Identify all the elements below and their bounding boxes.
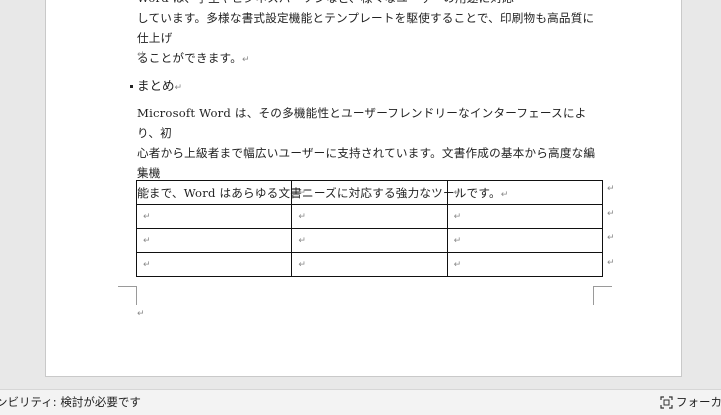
row-end-mark: ↵ [607, 258, 615, 268]
margin-corner-marker-left [118, 286, 137, 305]
focus-label: フォーカス [676, 395, 721, 409]
heading-bullet-icon [130, 85, 133, 88]
table-cell[interactable]: ↵ [446, 180, 604, 205]
heading-text: まとめ [137, 78, 175, 93]
para2-line1: Microsoft Word は、その多機能性とユーザーフレンドリーなインターフ… [137, 106, 587, 140]
paragraph-intro[interactable]: Word は、学生やビジネスパーソンなど、様々なユーザーの用途に対応 しています… [137, 0, 605, 70]
row-end-mark: ↵ [607, 233, 615, 243]
para1-line2: しています。多様な書式設定機能とテンプレートを駆使することで、印刷物も高品質に仕… [137, 11, 595, 45]
document-area[interactable]: Word は、学生やビジネスパーソンなど、様々なユーザーの用途に対応 しています… [0, 0, 721, 389]
table-row: ↵ ↵ ↵ [135, 252, 604, 277]
document-page[interactable]: Word は、学生やビジネスパーソンなど、様々なユーザーの用途に対応 しています… [45, 0, 682, 377]
paragraph-mark: ↵ [242, 55, 250, 65]
accessibility-status[interactable]: ンビリティ: 検討が必要です [0, 394, 141, 410]
table-row: ↵ ↵ ↵ [135, 180, 604, 205]
table-cell[interactable]: ↵ [291, 252, 448, 277]
empty-paragraph-mark: ↵ [137, 50, 145, 60]
table-cell[interactable]: ↵ [135, 204, 293, 229]
table-cell[interactable]: ↵ [291, 180, 448, 205]
paragraph-mark: ↵ [174, 83, 183, 93]
para1-line3-wrap: ることができます。↵ [137, 48, 605, 70]
document-table[interactable]: ↵ ↵ ↵ ↵ ↵ ↵ ↵ ↵ ↵ ↵ ↵ ↵ [135, 180, 604, 277]
table-cell[interactable]: ↵ [135, 228, 293, 253]
row-end-mark: ↵ [607, 209, 615, 219]
heading-summary[interactable]: まとめ↵ [130, 75, 182, 94]
para1-line3: ることができます。 [137, 51, 242, 65]
table-cell[interactable]: ↵ [135, 180, 293, 205]
margin-corner-marker-right [593, 286, 612, 305]
row-end-mark: ↵ [607, 184, 615, 194]
table-cell[interactable]: ↵ [446, 228, 604, 253]
para2-line2: 心者から上級者まで幅広いユーザーに支持されています。文書作成の基本から高度な編集… [137, 146, 596, 180]
empty-paragraph-mark: ↵ [137, 309, 145, 319]
para1-line1: Word は、学生やビジネスパーソンなど、様々なユーザーの用途に対応 [137, 0, 605, 8]
focus-mode-button[interactable]: フォーカス [660, 394, 721, 410]
status-bar: ンビリティ: 検討が必要です フォーカス [0, 389, 721, 415]
empty-paragraph-mark: ↵ [137, 165, 145, 175]
table-row: ↵ ↵ ↵ [135, 204, 604, 229]
table-cell[interactable]: ↵ [291, 228, 448, 253]
table-cell[interactable]: ↵ [135, 252, 293, 277]
table-cell[interactable]: ↵ [446, 252, 604, 277]
table-row: ↵ ↵ ↵ [135, 228, 604, 253]
focus-icon [660, 395, 673, 409]
table-cell[interactable]: ↵ [291, 204, 448, 229]
table-cell[interactable]: ↵ [446, 204, 604, 229]
